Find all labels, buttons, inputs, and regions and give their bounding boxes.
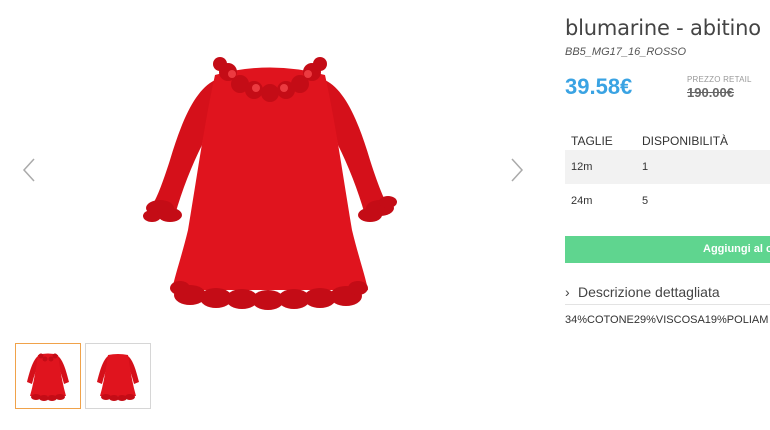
size-value: 24m xyxy=(571,195,593,207)
chevron-left-icon xyxy=(22,158,35,182)
availability-value: 1 xyxy=(642,161,649,173)
availability-value: 5 xyxy=(642,195,649,207)
chevron-right-icon xyxy=(511,158,524,182)
product-sku: BB5_MG17_16_ROSSO xyxy=(565,46,687,58)
product-gallery xyxy=(0,0,550,430)
retail-price-label: PREZZO RETAIL xyxy=(687,75,752,84)
thumbnail-back[interactable] xyxy=(85,343,151,409)
product-info-panel: blumarine - abitino BB5_MG17_16_ROSSO 39… xyxy=(565,0,770,430)
description-toggle[interactable]: › Descrizione dettagliata xyxy=(565,283,770,303)
description-toggle-label: Descrizione dettagliata xyxy=(578,284,720,300)
retail-price: 190.00€ xyxy=(687,85,734,100)
sizes-table: TAGLIE DISPONIBILITÀ 12m 1 24m 5 xyxy=(565,128,770,207)
size-row-24m[interactable]: 24m 5 xyxy=(565,184,770,218)
thumbnail-strip xyxy=(15,343,151,409)
header-availability: DISPONIBILITÀ xyxy=(642,134,729,148)
red-dress-image xyxy=(143,57,397,310)
add-to-cart-label: Aggiungi al ca xyxy=(703,243,770,255)
dress-back-thumbnail xyxy=(97,354,139,401)
product-price: 39.58€ xyxy=(565,74,633,99)
size-row-12m[interactable]: 12m 1 xyxy=(565,150,770,184)
size-value: 12m xyxy=(571,161,593,173)
sizes-table-header: TAGLIE DISPONIBILITÀ xyxy=(565,128,770,152)
header-sizes: TAGLIE xyxy=(571,134,613,148)
add-to-cart-button[interactable]: Aggiungi al ca xyxy=(565,236,770,263)
dress-front-thumbnail xyxy=(27,353,69,401)
product-main-image xyxy=(120,50,420,320)
composition-text: 34%COTONE29%VISCOSA19%POLIAM xyxy=(565,314,769,326)
thumbnail-front[interactable] xyxy=(15,343,81,409)
product-title: blumarine - abitino xyxy=(565,16,761,40)
gallery-next-button[interactable] xyxy=(506,155,526,185)
divider xyxy=(565,304,770,305)
chevron-right-icon: › xyxy=(565,284,570,300)
gallery-prev-button[interactable] xyxy=(20,155,40,185)
